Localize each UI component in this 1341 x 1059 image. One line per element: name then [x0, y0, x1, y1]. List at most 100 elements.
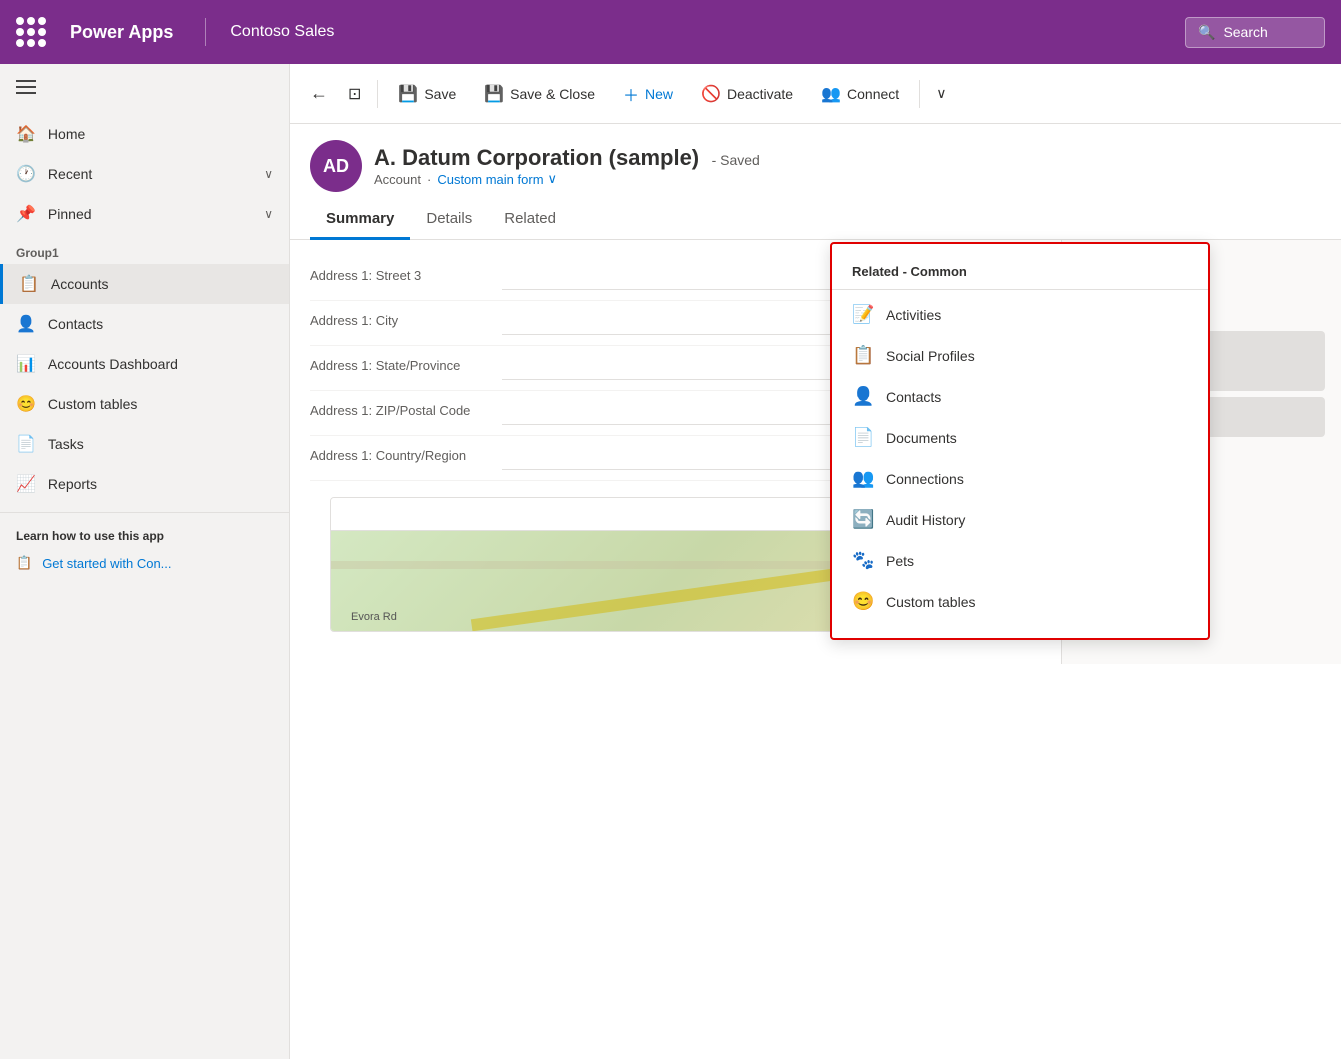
- sidebar-item-tasks[interactable]: 📄 Tasks: [0, 424, 289, 464]
- related-item-documents[interactable]: 📄 Documents: [832, 417, 1208, 458]
- new-label: New: [645, 86, 673, 102]
- save-icon: 💾: [398, 84, 418, 104]
- contacts-icon: 👤: [16, 314, 36, 334]
- related-item-activities[interactable]: 📝 Activities: [832, 294, 1208, 335]
- record-saved-status: - Saved: [712, 152, 760, 168]
- sidebar-item-contacts[interactable]: 👤 Contacts: [0, 304, 289, 344]
- social-profiles-icon: 📋: [852, 345, 874, 366]
- accounts-icon: 📋: [19, 274, 39, 294]
- custom-tables-related-label: Custom tables: [886, 594, 975, 610]
- learn-title: Learn how to use this app: [16, 529, 273, 543]
- expand-button[interactable]: ⊡: [340, 80, 369, 108]
- save-button[interactable]: 💾 Save: [386, 78, 468, 110]
- sidebar-contacts-label: Contacts: [48, 316, 103, 332]
- get-started-link[interactable]: 📋 Get started with Con...: [16, 551, 273, 575]
- nav-divider: [205, 18, 206, 46]
- get-started-icon: 📋: [16, 555, 32, 571]
- new-button[interactable]: ＋ New: [611, 76, 685, 112]
- sidebar-custom-tables-label: Custom tables: [48, 396, 137, 412]
- back-button[interactable]: ←: [302, 79, 336, 108]
- search-icon: 🔍: [1198, 24, 1215, 41]
- sidebar-item-recent[interactable]: 🕐 Recent ∨: [0, 154, 289, 194]
- form-name: Custom main form: [437, 172, 543, 187]
- documents-label: Documents: [886, 430, 957, 446]
- related-item-audit-history[interactable]: 🔄 Audit History: [832, 499, 1208, 540]
- sidebar-tasks-label: Tasks: [48, 436, 84, 452]
- documents-icon: 📄: [852, 427, 874, 448]
- content-area: ← ⊡ 💾 Save 💾 Save & Close ＋ New 🚫 Deacti…: [290, 64, 1341, 1059]
- pets-label: Pets: [886, 553, 914, 569]
- app-launcher-icon[interactable]: [16, 17, 46, 47]
- sidebar-item-pinned[interactable]: 📌 Pinned ∨: [0, 194, 289, 234]
- tab-related-label: Related: [504, 210, 556, 227]
- tab-summary-label: Summary: [326, 210, 394, 227]
- sidebar-recent-label: Recent: [48, 166, 92, 182]
- connect-label: Connect: [847, 86, 899, 102]
- more-button[interactable]: ∨: [928, 81, 954, 106]
- connections-label: Connections: [886, 471, 964, 487]
- pinned-chevron-icon: ∨: [264, 207, 273, 221]
- sidebar-item-custom-tables[interactable]: 😊 Custom tables: [0, 384, 289, 424]
- form-selector[interactable]: Custom main form ∨: [437, 171, 557, 187]
- tab-summary[interactable]: Summary: [310, 200, 410, 240]
- search-button[interactable]: 🔍 Search: [1185, 17, 1325, 48]
- sidebar-item-home[interactable]: 🏠 Home: [0, 114, 289, 154]
- sidebar-item-accounts[interactable]: 📋 Accounts: [0, 264, 289, 304]
- record-subtitle: Account · Custom main form ∨: [374, 171, 760, 187]
- avatar: AD: [310, 140, 362, 192]
- activities-label: Activities: [886, 307, 941, 323]
- related-item-connections[interactable]: 👥 Connections: [832, 458, 1208, 499]
- sidebar-home-label: Home: [48, 126, 85, 142]
- sidebar-item-reports[interactable]: 📈 Reports: [0, 464, 289, 504]
- record-title-row: A. Datum Corporation (sample) - Saved: [374, 145, 760, 171]
- subtitle-dot: ·: [427, 172, 431, 187]
- connect-icon: 👥: [821, 84, 841, 104]
- toolbar-sep-2: [919, 80, 920, 108]
- toolbar-sep-1: [377, 80, 378, 108]
- sidebar: 🏠 Home 🕐 Recent ∨ 📌 Pinned ∨ Group1 📋 Ac…: [0, 64, 290, 1059]
- get-started-label: Get started with Con...: [42, 556, 171, 571]
- sidebar-dashboard-label: Accounts Dashboard: [48, 356, 178, 372]
- field-street3-label: Address 1: Street 3: [310, 266, 490, 283]
- tab-related[interactable]: Related: [488, 200, 572, 240]
- sidebar-reports-label: Reports: [48, 476, 97, 492]
- main-layout: 🏠 Home 🕐 Recent ∨ 📌 Pinned ∨ Group1 📋 Ac…: [0, 64, 1341, 1059]
- pin-icon: 📌: [16, 204, 36, 224]
- save-close-button[interactable]: 💾 Save & Close: [472, 78, 607, 110]
- sidebar-footer: Learn how to use this app 📋 Get started …: [0, 512, 289, 591]
- top-navigation: Power Apps Contoso Sales 🔍 Search: [0, 0, 1341, 64]
- related-item-social-profiles[interactable]: 📋 Social Profiles: [832, 335, 1208, 376]
- deactivate-button[interactable]: 🚫 Deactivate: [689, 78, 805, 110]
- field-city-label: Address 1: City: [310, 311, 490, 328]
- related-dropdown: Related - Common 📝 Activities 📋 Social P…: [830, 242, 1210, 640]
- save-close-label: Save & Close: [510, 86, 595, 102]
- related-item-pets[interactable]: 🐾 Pets: [832, 540, 1208, 581]
- audit-history-icon: 🔄: [852, 509, 874, 530]
- connections-icon: 👥: [852, 468, 874, 489]
- search-label: Search: [1223, 24, 1267, 40]
- sidebar-item-accounts-dashboard[interactable]: 📊 Accounts Dashboard: [0, 344, 289, 384]
- dashboard-icon: 📊: [16, 354, 36, 374]
- audit-history-label: Audit History: [886, 512, 965, 528]
- contacts-related-label: Contacts: [886, 389, 941, 405]
- connect-button[interactable]: 👥 Connect: [809, 78, 911, 110]
- related-item-contacts[interactable]: 👤 Contacts: [832, 376, 1208, 417]
- tab-details[interactable]: Details: [410, 200, 488, 240]
- new-icon: ＋: [623, 82, 639, 106]
- social-profiles-label: Social Profiles: [886, 348, 975, 364]
- tabs: Summary Details Related: [290, 200, 1341, 240]
- pets-icon: 🐾: [852, 550, 874, 571]
- sidebar-accounts-label: Accounts: [51, 276, 109, 292]
- record-header: AD A. Datum Corporation (sample) - Saved…: [290, 124, 1341, 192]
- toolbar: ← ⊡ 💾 Save 💾 Save & Close ＋ New 🚫 Deacti…: [290, 64, 1341, 124]
- related-item-custom-tables[interactable]: 😊 Custom tables: [832, 581, 1208, 622]
- activities-icon: 📝: [852, 304, 874, 325]
- custom-tables-related-icon: 😊: [852, 591, 874, 612]
- tab-details-label: Details: [426, 210, 472, 227]
- sidebar-group-label: Group1: [0, 234, 289, 264]
- save-close-icon: 💾: [484, 84, 504, 104]
- contacts-related-icon: 👤: [852, 386, 874, 407]
- map-road-label: Evora Rd: [351, 611, 397, 623]
- hamburger-menu[interactable]: [0, 64, 289, 114]
- field-zip-label: Address 1: ZIP/Postal Code: [310, 401, 490, 418]
